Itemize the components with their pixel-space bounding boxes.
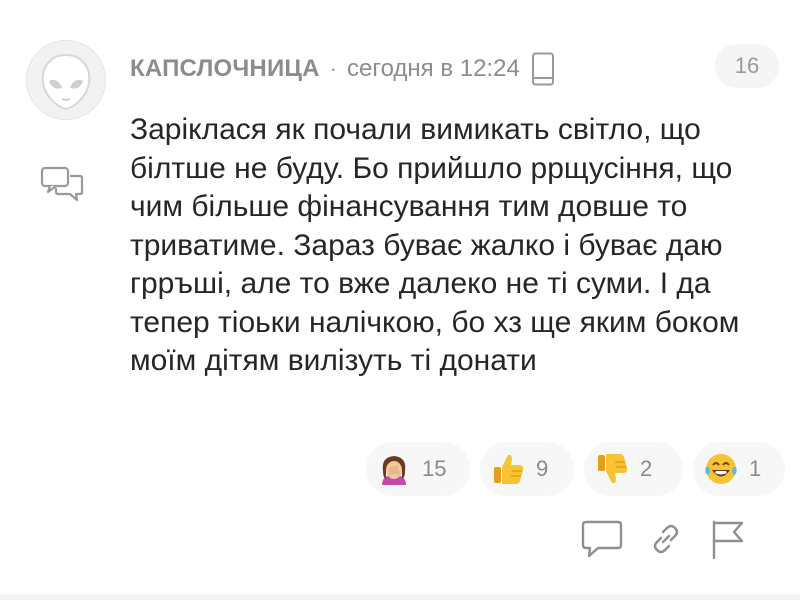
link-icon[interactable]: [646, 519, 686, 559]
reaction-count: 1: [749, 456, 762, 481]
reaction-count: 2: [640, 456, 653, 481]
reply-icon[interactable]: [580, 518, 624, 560]
comment-text: Заріклася як почали вимикать світло, що …: [130, 113, 740, 377]
reactions-bar: 15 9 2 1: [366, 442, 785, 496]
mobile-phone-icon: [531, 52, 554, 86]
thumbs-down-emoji-icon: [598, 454, 628, 484]
avatar[interactable]: [26, 40, 106, 120]
comment-timestamp[interactable]: сегодня в 12:24: [347, 55, 520, 83]
comment-actions: [580, 518, 748, 560]
reaction-thumbs-down[interactable]: 2: [584, 442, 683, 496]
comment-header: КАПСЛОЧНИЦА · сегодня в 12:24: [130, 52, 556, 86]
reaction-thumbs-up[interactable]: 9: [480, 442, 574, 496]
laughing-tears-emoji-icon: [705, 454, 737, 484]
alien-avatar-icon: [41, 53, 91, 111]
flag-icon[interactable]: [708, 518, 748, 560]
divider: [0, 594, 800, 600]
thumbs-up-emoji-icon: [494, 454, 524, 484]
reaction-count: 9: [536, 456, 549, 481]
reaction-facepalm[interactable]: 15: [366, 442, 470, 496]
separator-dot: ·: [329, 56, 337, 81]
comments-icon[interactable]: [40, 166, 84, 204]
reaction-laughing[interactable]: 1: [693, 442, 785, 496]
reaction-count: 15: [422, 456, 447, 481]
facepalm-emoji-icon: [382, 456, 406, 485]
author-name[interactable]: КАПСЛОЧНИЦА: [130, 55, 320, 83]
comment-rating[interactable]: 16: [715, 44, 779, 88]
